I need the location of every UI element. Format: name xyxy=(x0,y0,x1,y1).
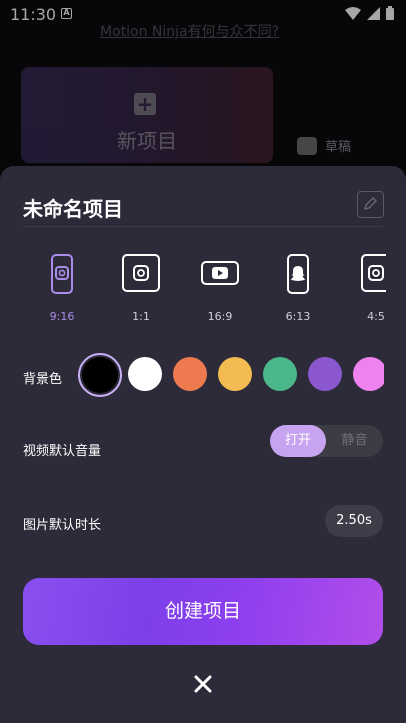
ratio-1-1[interactable]: 1:1 xyxy=(111,254,171,320)
ratio-16-9[interactable]: 16:9 xyxy=(190,254,250,320)
new-project-sheet: 未命名项目 9:16 1:1 16:9 6:13 4:5 背景色 视频默认音量 … xyxy=(0,166,406,723)
ratio-label: 1:1 xyxy=(132,310,150,320)
swatch-green[interactable] xyxy=(263,357,297,391)
volume-mute-option[interactable]: 静音 xyxy=(326,425,383,457)
close-button[interactable] xyxy=(191,672,215,696)
instagram-icon xyxy=(122,254,160,292)
swatch-white[interactable] xyxy=(128,357,162,391)
youtube-icon xyxy=(201,261,239,285)
ratio-9-16[interactable]: 9:16 xyxy=(32,254,92,320)
instagram-icon xyxy=(361,254,386,292)
swatch-pink[interactable] xyxy=(353,357,384,391)
volume-on-option[interactable]: 打开 xyxy=(270,425,326,457)
create-project-button[interactable]: 创建项目 xyxy=(23,578,383,645)
image-duration-label: 图片默认时长 xyxy=(23,518,102,533)
ratio-6-13[interactable]: 6:13 xyxy=(268,254,328,320)
pencil-icon xyxy=(364,197,377,210)
title-divider xyxy=(23,226,383,227)
aspect-ratio-list: 9:16 1:1 16:9 6:13 4:5 xyxy=(0,254,386,320)
ratio-label: 16:9 xyxy=(207,310,233,320)
phone-portrait-icon xyxy=(51,254,73,294)
edit-title-button[interactable] xyxy=(357,191,384,218)
ratio-label: 9:16 xyxy=(49,310,75,320)
color-swatch-list xyxy=(78,353,384,399)
close-icon xyxy=(194,675,212,693)
volume-label: 视频默认音量 xyxy=(23,444,102,459)
background-color-label: 背景色 xyxy=(23,372,63,387)
swatch-black[interactable] xyxy=(78,353,122,397)
swatch-purple[interactable] xyxy=(308,357,342,391)
ratio-4-5[interactable]: 4:5 xyxy=(346,254,386,320)
swatch-orange[interactable] xyxy=(173,357,207,391)
image-duration-button[interactable]: 2.50s xyxy=(325,505,383,537)
volume-toggle[interactable]: 打开 静音 xyxy=(270,425,383,457)
ratio-label: 6:13 xyxy=(285,310,311,320)
snapchat-icon xyxy=(287,254,309,294)
project-title: 未命名项目 xyxy=(23,197,123,221)
ratio-label: 4:5 xyxy=(367,310,385,320)
swatch-yellow[interactable] xyxy=(218,357,252,391)
